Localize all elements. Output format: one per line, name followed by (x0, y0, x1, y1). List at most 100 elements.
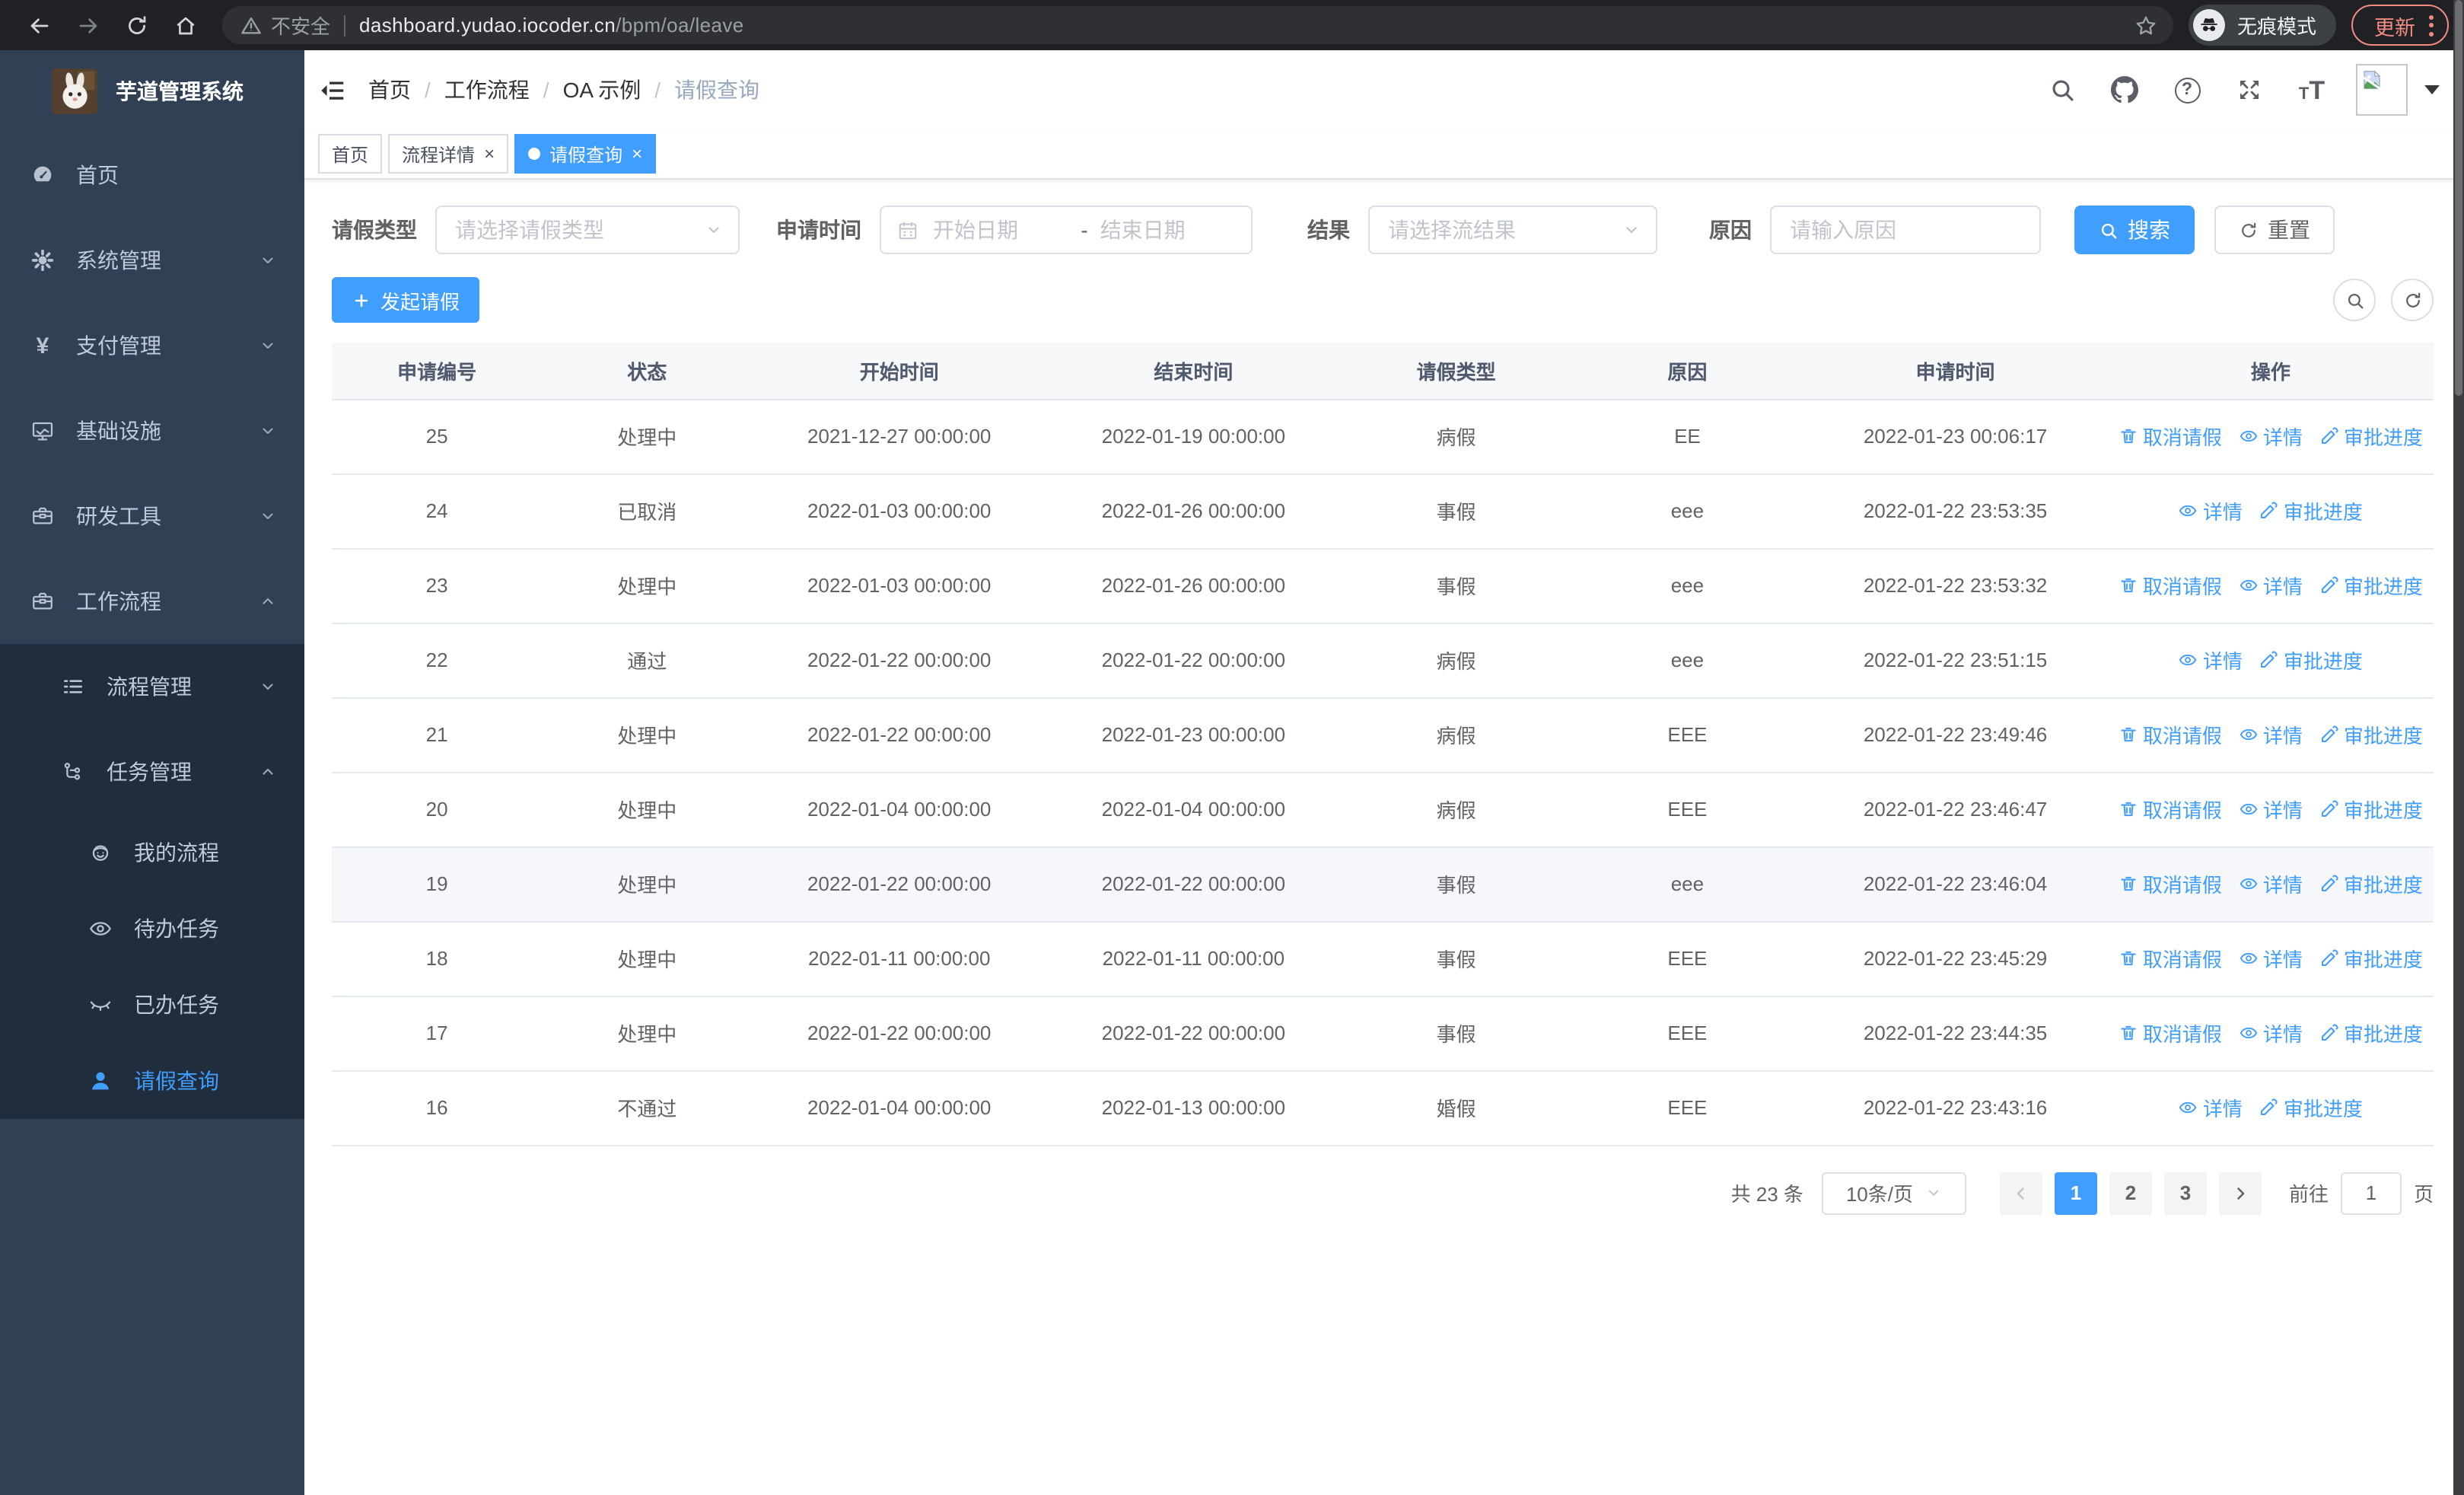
create-leave-button[interactable]: 发起请假 (332, 277, 480, 323)
apply-time-range-picker[interactable]: 开始日期 - 结束日期 (880, 206, 1253, 254)
user-avatar[interactable] (2356, 64, 2408, 116)
refresh-table-button[interactable] (2391, 279, 2434, 321)
table-row[interactable]: 22 通过 2022-01-22 00:00:00 2022-01-22 00:00:… (332, 623, 2434, 698)
progress-action-link[interactable]: 审批进度 (2259, 645, 2363, 674)
page-button-2[interactable]: 2 (2109, 1171, 2152, 1214)
back-icon[interactable] (27, 13, 52, 37)
tab-home[interactable]: 首页 (318, 134, 383, 174)
detail-action-link[interactable]: 详情 (2239, 795, 2303, 824)
reload-icon[interactable] (125, 13, 149, 37)
browser-update-button[interactable]: 更新 (2351, 5, 2449, 46)
detail-action-link[interactable]: 详情 (2239, 720, 2303, 749)
sidebar-item-todo-tasks[interactable]: 待办任务 (0, 891, 304, 967)
tab-label: 流程详情 (402, 144, 476, 165)
cancel-action-link[interactable]: 取消请假 (2119, 944, 2222, 973)
sidebar-item-label: 支付管理 (76, 333, 161, 358)
breadcrumb-item[interactable]: 工作流程 (444, 75, 530, 105)
table-row[interactable]: 16 不通过 2022-01-04 00:00:00 2022-01-13 00:00… (332, 1070, 2434, 1146)
breadcrumb-item[interactable]: OA 示例 (563, 75, 641, 105)
app-logo[interactable]: 芋道管理系统 (0, 50, 304, 132)
detail-action-link[interactable]: 详情 (2179, 645, 2243, 674)
forward-icon[interactable] (76, 13, 100, 37)
breadcrumb-item[interactable]: 首页 (368, 75, 411, 105)
sidebar-item-leave-query[interactable]: 请假查询 (0, 1043, 304, 1119)
window-scrollbar[interactable] (2453, 0, 2464, 1495)
sidebar-item-my-process[interactable]: 我的流程 (0, 814, 304, 891)
home-icon[interactable] (173, 13, 198, 37)
table-row[interactable]: 23 处理中 2022-01-03 00:00:00 2022-01-26 00:00… (332, 548, 2434, 623)
progress-action-link[interactable]: 审批进度 (2319, 944, 2423, 973)
sidebar-collapse-icon[interactable] (318, 75, 347, 104)
sidebar-item-home[interactable]: 首页 (0, 132, 304, 218)
help-icon[interactable]: ? (2173, 76, 2201, 104)
progress-action-link[interactable]: 审批进度 (2319, 1018, 2423, 1047)
github-icon[interactable] (2111, 76, 2138, 104)
detail-action-link[interactable]: 详情 (2179, 1093, 2243, 1122)
table-row[interactable]: 21 处理中 2022-01-22 00:00:00 2022-01-23 00:00… (332, 697, 2434, 773)
result-select[interactable]: 请选择流结果 (1368, 206, 1657, 254)
toggle-search-button[interactable] (2333, 279, 2376, 321)
security-chip[interactable]: 不安全 (240, 11, 330, 40)
sidebar-item-payment[interactable]: ¥ 支付管理 (0, 303, 304, 388)
cancel-action-link[interactable]: 取消请假 (2119, 1018, 2222, 1047)
leave-table: 申请编号 状态 开始时间 结束时间 请假类型 原因 申请时间 操作 25 处理中 2021-12-… (332, 343, 2434, 1146)
search-button[interactable]: 搜索 (2074, 206, 2195, 254)
font-size-icon[interactable]: TT (2298, 76, 2326, 104)
detail-action-link[interactable]: 详情 (2239, 869, 2303, 898)
sidebar-item-dev-tools[interactable]: 研发工具 (0, 473, 304, 559)
close-icon[interactable]: × (632, 145, 642, 163)
reset-button[interactable]: 重置 (2214, 206, 2335, 254)
goto-page-input[interactable] (2340, 1171, 2402, 1214)
cancel-action-link[interactable]: 取消请假 (2119, 571, 2222, 600)
table-row[interactable]: 17 处理中 2022-01-22 00:00:00 2022-01-22 00:00… (332, 996, 2434, 1071)
cancel-action-link[interactable]: 取消请假 (2119, 422, 2222, 451)
progress-action-link[interactable]: 审批进度 (2319, 795, 2423, 824)
search-icon[interactable] (2049, 76, 2076, 104)
bookmark-star-icon[interactable] (2134, 13, 2158, 37)
browser-menu-icon[interactable] (2429, 14, 2434, 36)
detail-action-link[interactable]: 详情 (2239, 944, 2303, 973)
progress-action-link[interactable]: 审批进度 (2319, 422, 2423, 451)
sidebar-item-workflow[interactable]: 工作流程 (0, 559, 304, 644)
progress-action-link[interactable]: 审批进度 (2259, 496, 2363, 525)
tab-leave-query[interactable]: 请假查询 × (514, 134, 657, 174)
cell-apply-time: 2022-01-22 23:44:35 (1803, 996, 2108, 1071)
progress-action-link[interactable]: 审批进度 (2319, 869, 2423, 898)
sidebar-item-infrastructure[interactable]: 基础设施 (0, 388, 304, 473)
page-button-1[interactable]: 1 (2054, 1171, 2097, 1214)
cancel-action-link[interactable]: 取消请假 (2119, 795, 2222, 824)
sidebar-item-system[interactable]: 系统管理 (0, 218, 304, 303)
detail-action-link[interactable]: 详情 (2179, 496, 2243, 525)
table-row[interactable]: 25 处理中 2021-12-27 00:00:00 2022-01-19 00:00… (332, 399, 2434, 474)
cell-id: 24 (332, 473, 543, 549)
next-page-button[interactable] (2218, 1171, 2262, 1214)
leave-type-select[interactable]: 请选择请假类型 (435, 206, 740, 254)
sidebar-item-done-tasks[interactable]: 已办任务 (0, 967, 304, 1043)
tab-process-detail[interactable]: 流程详情 × (388, 134, 509, 174)
table-row[interactable]: 24 已取消 2022-01-03 00:00:00 2022-01-26 00:00… (332, 473, 2434, 549)
close-icon[interactable]: × (484, 145, 495, 163)
table-row[interactable]: 20 处理中 2022-01-04 00:00:00 2022-01-04 00:00… (332, 772, 2434, 847)
fullscreen-icon[interactable] (2236, 76, 2263, 104)
sidebar-item-process-mgmt[interactable]: 流程管理 (0, 644, 304, 729)
detail-action-link[interactable]: 详情 (2239, 422, 2303, 451)
address-bar[interactable]: 不安全 dashboard.yudao.iocoder.cn/bpm/oa/le… (222, 6, 2173, 44)
sidebar-item-task-mgmt[interactable]: 任务管理 (0, 729, 304, 814)
page-button-3[interactable]: 3 (2163, 1171, 2207, 1214)
cancel-action-link[interactable]: 取消请假 (2119, 720, 2222, 749)
avatar-dropdown-icon[interactable] (2424, 85, 2440, 94)
page-size-select[interactable]: 10条/页 (1821, 1171, 1966, 1214)
progress-action-link[interactable]: 审批进度 (2259, 1093, 2363, 1122)
progress-action-link[interactable]: 审批进度 (2319, 571, 2423, 600)
trash-icon (2119, 575, 2138, 595)
cancel-action-link[interactable]: 取消请假 (2119, 869, 2222, 898)
reason-input[interactable] (1790, 218, 2021, 242)
cell-status: 处理中 (542, 921, 753, 996)
breadcrumb-item[interactable]: 请假查询 (674, 75, 759, 105)
table-row[interactable]: 18 处理中 2022-01-11 00:00:00 2022-01-11 00:00… (332, 921, 2434, 996)
table-row[interactable]: 19 处理中 2022-01-22 00:00:00 2022-01-22 00:00… (332, 846, 2434, 922)
detail-action-link[interactable]: 详情 (2239, 1018, 2303, 1047)
detail-action-link[interactable]: 详情 (2239, 571, 2303, 600)
progress-action-link[interactable]: 审批进度 (2319, 720, 2423, 749)
prev-page-button[interactable] (1999, 1171, 2042, 1214)
